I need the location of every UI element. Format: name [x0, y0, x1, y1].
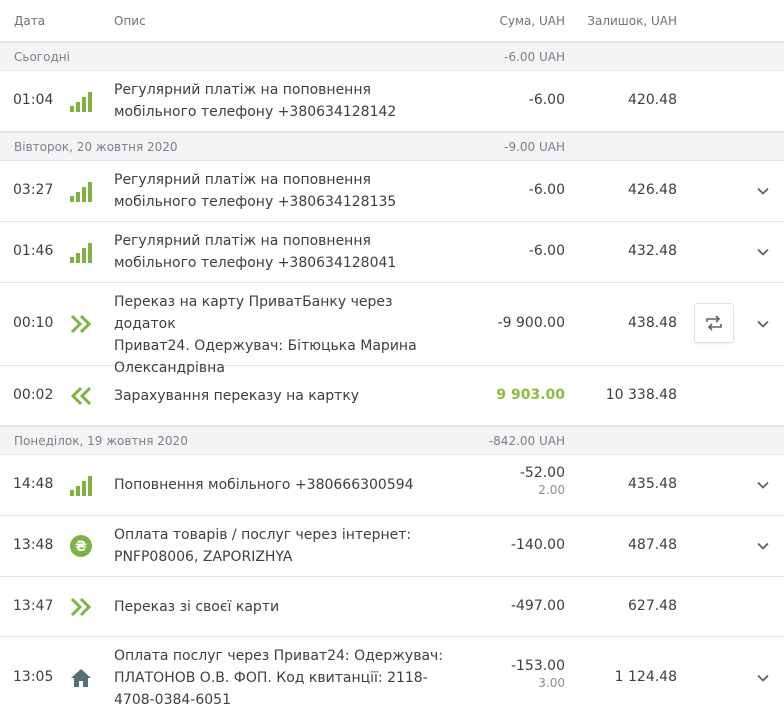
transaction-row[interactable]: 00:10 Переказ на карту ПриватБанку через… — [0, 283, 784, 376]
transaction-amount: -6.00 — [528, 92, 565, 108]
transaction-row[interactable]: 00:02 Зарахування переказу на картку 9 9… — [0, 366, 784, 426]
transaction-balance: 438.48 — [628, 315, 677, 331]
description-line: Зарахування переказу на картку — [114, 388, 360, 404]
transaction-description: Регулярний платіж на поповнення мобільно… — [114, 169, 444, 213]
transaction-balance: 1 124.48 — [614, 669, 677, 685]
transfer-out-icon — [68, 594, 94, 620]
date-group-header: Сьогодні -6.00 UAH — [0, 42, 784, 71]
description-line: Регулярний платіж на поповнення — [114, 172, 371, 188]
transaction-time: 13:48 — [13, 537, 54, 553]
transaction-balance: 420.48 — [628, 92, 677, 108]
transaction-amount: -9 900.00 — [497, 315, 565, 331]
mobile-signal-icon — [68, 472, 94, 498]
commission-value: 3.00 — [538, 676, 565, 690]
transaction-description: Регулярний платіж на поповнення мобільно… — [114, 79, 444, 123]
description-line: Регулярний платіж на поповнення — [114, 82, 371, 98]
transaction-time: 14:48 — [13, 476, 54, 492]
description-line: мобільного телефону +380634128041 — [114, 255, 397, 271]
transaction-time: 03:27 — [13, 182, 54, 198]
transaction-amount: 9 903.00 — [496, 387, 565, 403]
transaction-time: 00:02 — [13, 387, 54, 403]
group-sum: -9.00 UAH — [504, 140, 565, 154]
transaction-description: Зарахування переказу на картку — [114, 385, 444, 407]
description-line: мобільного телефону +380634128135 — [114, 194, 397, 210]
transactions-table: Дата Опис Сума, UAH Залишок, UAH Сьогодн… — [0, 0, 784, 714]
transaction-balance: 435.48 — [628, 476, 677, 492]
description-line: мобільного телефону +380634128142 — [114, 104, 397, 120]
chevron-down-icon[interactable] — [756, 184, 770, 198]
transfer-out-icon — [68, 311, 94, 337]
transaction-description: Переказ зі своєї карти — [114, 596, 444, 618]
col-balance-header: Залишок, UAH — [587, 14, 677, 28]
col-sum-header: Сума, UAH — [499, 14, 565, 28]
chevron-down-icon[interactable] — [756, 317, 770, 331]
transaction-time: 01:04 — [13, 92, 54, 108]
transaction-description: Поповнення мобільного +380666300594 — [114, 474, 444, 496]
chevron-down-icon[interactable] — [756, 478, 770, 492]
transaction-row[interactable]: 03:27 Регулярний платіж на поповнення мо… — [0, 161, 784, 222]
amount-value: -153.00 — [510, 658, 565, 674]
col-desc-header: Опис — [114, 14, 146, 28]
transaction-amount: -140.00 — [510, 537, 565, 553]
transaction-row[interactable]: 01:46 Регулярний платіж на поповнення мо… — [0, 222, 784, 283]
date-group-header: Вівторок, 20 жовтня 2020 -9.00 UAH — [0, 132, 784, 161]
description-line: Регулярний платіж на поповнення — [114, 233, 371, 249]
mobile-signal-icon — [68, 88, 94, 114]
svg-text:₴: ₴ — [75, 539, 87, 555]
transaction-description: Оплата послуг через Приват24: Одержувач:… — [114, 645, 444, 711]
col-date-header: Дата — [14, 14, 46, 28]
transaction-balance: 627.48 — [628, 598, 677, 614]
hryvnia-icon: ₴ — [68, 533, 94, 559]
chevron-down-icon[interactable] — [756, 671, 770, 685]
transaction-row[interactable]: 14:48 Поповнення мобільного +38066630059… — [0, 455, 784, 516]
transaction-balance: 426.48 — [628, 182, 677, 198]
transaction-balance: 10 338.48 — [605, 387, 677, 403]
description-line: Оплата товарів / послуг через інтернет: — [114, 527, 412, 543]
description-line: Оплата послуг через Приват24: Одержувач: — [114, 648, 444, 664]
transaction-row[interactable]: 13:48 ₴ Оплата товарів / послуг через ін… — [0, 516, 784, 577]
transaction-row[interactable]: 13:47 Переказ зі своєї карти -497.00 627… — [0, 577, 784, 637]
chevron-down-icon[interactable] — [756, 539, 770, 553]
description-line: Переказ на карту ПриватБанку через додат… — [114, 294, 393, 332]
description-line: PNFP08006, ZAPORIZHYA — [114, 549, 293, 565]
description-line: Поповнення мобільного +380666300594 — [114, 477, 414, 493]
mobile-signal-icon — [68, 178, 94, 204]
transaction-amount: -52.00 2.00 — [520, 465, 565, 499]
description-line: ПЛАТОНОВ О.В. ФОП. Код квитанції: 2118- — [114, 670, 428, 686]
group-label: Вівторок, 20 жовтня 2020 — [14, 140, 178, 154]
mobile-signal-icon — [68, 239, 94, 265]
description-line: Переказ зі своєї карти — [114, 599, 280, 615]
commission-value: 2.00 — [538, 483, 565, 497]
transaction-amount: -6.00 — [528, 182, 565, 198]
transaction-row[interactable]: 01:04 Регулярний платіж на поповнення мо… — [0, 71, 784, 132]
transaction-time: 13:05 — [13, 669, 54, 685]
transaction-amount: -6.00 — [528, 243, 565, 259]
transaction-amount: -153.00 3.00 — [511, 658, 565, 692]
transfer-in-icon — [68, 383, 94, 409]
repeat-icon — [706, 315, 722, 331]
group-label: Понеділок, 19 жовтня 2020 — [14, 434, 188, 448]
transaction-row[interactable]: 13:05 Оплата послуг через Приват24: Одер… — [0, 637, 784, 714]
group-sum: -6.00 UAH — [504, 50, 565, 64]
transaction-amount: -497.00 — [510, 598, 565, 614]
transaction-time: 13:47 — [13, 598, 54, 614]
transaction-description: Оплата товарів / послуг через інтернет: … — [114, 524, 444, 568]
group-label: Сьогодні — [14, 50, 70, 64]
description-line: 4708-0384-6051 — [114, 692, 231, 708]
group-sum: -842.00 UAH — [488, 434, 565, 448]
transaction-description: Регулярний платіж на поповнення мобільно… — [114, 230, 444, 274]
amount-value: -52.00 — [519, 465, 565, 481]
house-icon — [68, 665, 94, 691]
table-header: Дата Опис Сума, UAH Залишок, UAH — [0, 0, 784, 42]
chevron-down-icon[interactable] — [756, 245, 770, 259]
description-line: Приват24. Одержувач: Бітюцька Марина — [114, 338, 417, 354]
date-group-header: Понеділок, 19 жовтня 2020 -842.00 UAH — [0, 426, 784, 455]
transaction-balance: 432.48 — [628, 243, 677, 259]
transaction-time: 01:46 — [13, 243, 54, 259]
transaction-time: 00:10 — [13, 315, 54, 331]
repeat-payment-button[interactable] — [694, 303, 734, 343]
transaction-balance: 487.48 — [628, 537, 677, 553]
